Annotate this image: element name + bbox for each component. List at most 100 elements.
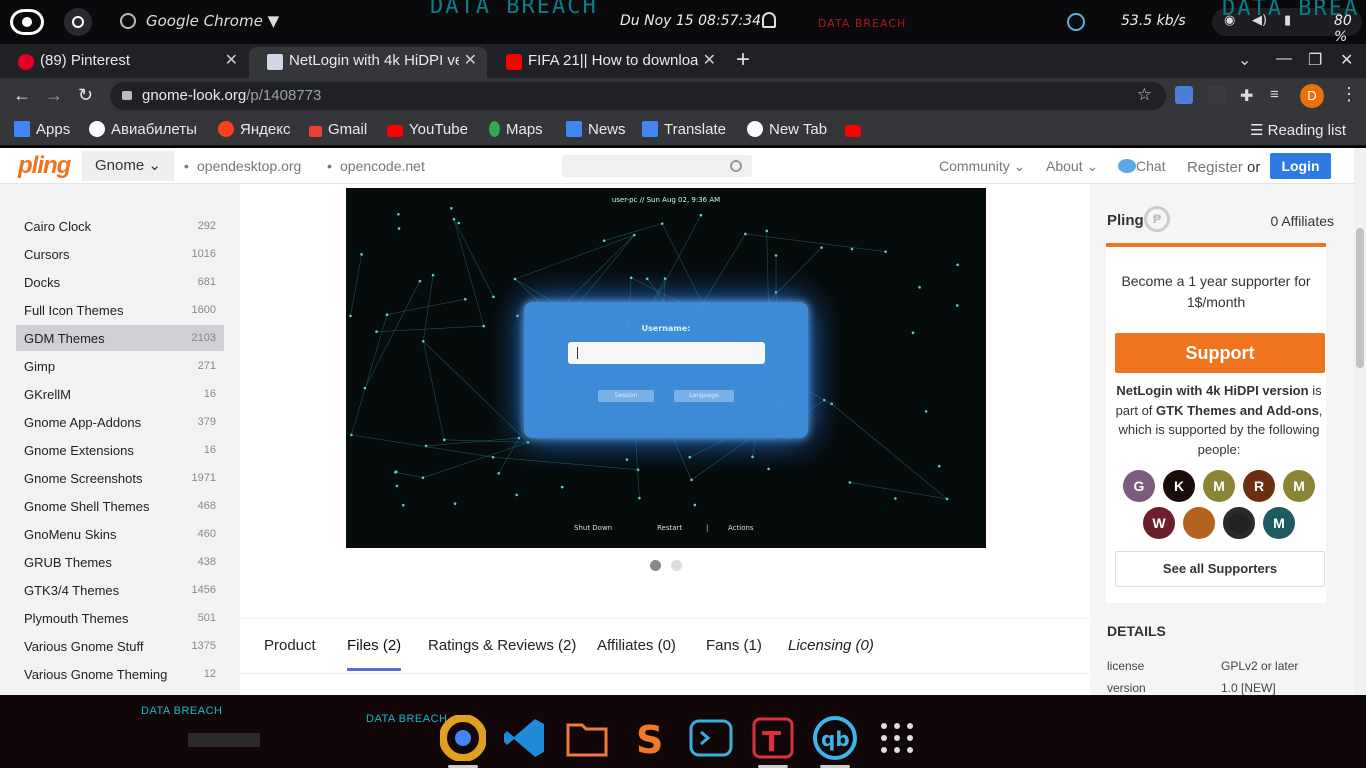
sidebar-category[interactable]: GRUB Themes 438: [16, 549, 224, 575]
menu-community[interactable]: Community ⌄: [939, 158, 1025, 175]
tab-affiliates[interactable]: Affiliates (0): [597, 637, 676, 654]
site-search-input[interactable]: [562, 155, 752, 177]
bookmark-youtube[interactable]: YouTube: [387, 121, 468, 138]
window-close-icon[interactable]: ✕: [1340, 50, 1353, 70]
supporter-avatar[interactable]: G: [1123, 470, 1155, 502]
close-icon[interactable]: ✕: [464, 47, 477, 75]
sidebar-category[interactable]: GnoMenu Skins 460: [16, 521, 224, 547]
tab-files[interactable]: Files (2): [347, 637, 402, 671]
pling-logo[interactable]: pling: [18, 152, 71, 179]
menu-chat[interactable]: Chat: [1118, 158, 1166, 174]
pling-coin-icon[interactable]: ₱: [1144, 206, 1170, 232]
bookmark-aviabilety[interactable]: Авиабилеты: [89, 121, 197, 138]
reload-icon[interactable]: ↻: [78, 85, 93, 106]
sidebar-category[interactable]: Gnome Screenshots 1971: [16, 465, 224, 491]
page-scrollbar[interactable]: [1354, 148, 1366, 695]
translate-extension-icon[interactable]: [1175, 86, 1193, 104]
extension-icon[interactable]: [1208, 86, 1226, 104]
preview-image[interactable]: user-pc // Sun Aug 02, 9:36 AM Username:…: [346, 188, 986, 548]
sidebar-category[interactable]: GKrellM 16: [16, 381, 224, 407]
clock[interactable]: Du Noy 15 08:57:34: [620, 13, 761, 29]
supporter-avatar[interactable]: [1223, 507, 1255, 539]
bookmark-youtube-2[interactable]: [845, 121, 867, 138]
support-button[interactable]: Support: [1115, 333, 1325, 373]
link-opencode[interactable]: opencode.net: [340, 158, 425, 174]
tab-fans[interactable]: Fans (1): [706, 637, 762, 654]
sidebar-category[interactable]: GDM Themes 2103: [16, 325, 224, 351]
bookmark-yandex[interactable]: Яндекс: [218, 121, 290, 138]
sidebar-category[interactable]: Gimp 271: [16, 353, 224, 379]
bookmark-new-tab[interactable]: New Tab: [747, 121, 827, 138]
new-tab-button[interactable]: +: [736, 46, 750, 74]
sidebar-category[interactable]: Plymouth Themes 501: [16, 605, 224, 631]
show-apps-dock-icon[interactable]: [874, 715, 920, 761]
link-opendesktop[interactable]: opendesktop.org: [197, 158, 301, 174]
t-app-dock-icon[interactable]: T: [750, 715, 796, 768]
puzzle-icon[interactable]: ✚: [1240, 86, 1258, 105]
kebab-menu-icon[interactable]: ⋮: [1340, 84, 1358, 105]
maximize-icon[interactable]: ❐: [1308, 50, 1322, 70]
carousel-dot[interactable]: [671, 560, 682, 571]
tab-pinterest[interactable]: (89) Pinterest ✕: [0, 47, 248, 78]
sidebar-category[interactable]: Various Gnome Stuff 1375: [16, 633, 224, 659]
supporter-avatar[interactable]: M: [1263, 507, 1295, 539]
tab-product[interactable]: Product: [264, 637, 316, 654]
store-dropdown[interactable]: Gnome ⌄: [82, 151, 174, 181]
scrollbar-thumb[interactable]: [1356, 228, 1364, 368]
supporter-avatar[interactable]: W: [1143, 507, 1175, 539]
qbittorrent-dock-icon[interactable]: qb: [812, 715, 858, 768]
sidebar-category[interactable]: Gnome App-Addons 379: [16, 409, 224, 435]
qbittorrent-tray-icon[interactable]: [1067, 13, 1085, 31]
bookmark-star-icon[interactable]: ☆: [1137, 85, 1152, 105]
supporter-avatar[interactable]: K: [1163, 470, 1195, 502]
vscode-dock-icon[interactable]: [502, 715, 548, 761]
close-icon[interactable]: ✕: [225, 47, 238, 75]
supporter-avatar[interactable]: [1183, 507, 1215, 539]
sidebar-category[interactable]: Cairo Clock 292: [16, 213, 224, 239]
supporter-avatar[interactable]: R: [1243, 470, 1275, 502]
minimize-icon[interactable]: —: [1276, 50, 1292, 68]
tab-search-icon[interactable]: ⌄: [1238, 50, 1251, 70]
sidebar-category[interactable]: Various Gnome Theming 12: [16, 661, 224, 687]
supporter-avatar[interactable]: M: [1203, 470, 1235, 502]
sidebar-category[interactable]: Gnome Shell Themes 468: [16, 493, 224, 519]
activities-icon[interactable]: [64, 8, 92, 36]
sidebar-category[interactable]: Full Icon Themes 1600: [16, 297, 224, 323]
media-control-icon[interactable]: ≡: [1270, 86, 1288, 104]
carousel-dot-active[interactable]: [650, 560, 661, 571]
menu-about[interactable]: About ⌄: [1046, 158, 1098, 175]
reading-list-button[interactable]: ☰ Reading list: [1250, 121, 1346, 139]
supporter-avatar[interactable]: M: [1283, 470, 1315, 502]
back-icon[interactable]: ←: [13, 85, 31, 106]
chrome-dock-icon[interactable]: [439, 714, 487, 768]
bell-icon[interactable]: [762, 12, 776, 28]
sidebar-category[interactable]: Gnome Extensions 16: [16, 437, 224, 463]
category-name: Gnome Screenshots: [24, 471, 143, 486]
tab-netlogin[interactable]: NetLogin with 4k HiDPI ve ✕: [249, 47, 487, 78]
see-all-supporters-button[interactable]: See all Supporters: [1115, 551, 1325, 587]
login-button[interactable]: Login: [1270, 153, 1331, 179]
bookmark-news[interactable]: News: [566, 121, 626, 138]
sublime-dock-icon[interactable]: S: [626, 715, 672, 762]
tab-ratings[interactable]: Ratings & Reviews (2): [428, 637, 576, 654]
bookmark-gmail[interactable]: Gmail: [309, 121, 367, 138]
app-menu[interactable]: Google Chrome ▼: [120, 12, 279, 30]
watermark-text: DATA BREACH: [141, 705, 223, 717]
sidebar-category[interactable]: GTK3/4 Themes 1456: [16, 577, 224, 603]
bookmark-translate[interactable]: Translate: [642, 121, 726, 138]
parent-collection[interactable]: GTK Themes and Add-ons: [1156, 403, 1319, 418]
address-bar[interactable]: gnome-look.org/p/1408773 ☆: [110, 82, 1166, 110]
eye-icon[interactable]: [10, 9, 44, 35]
close-icon[interactable]: ✕: [703, 47, 716, 75]
bookmark-apps[interactable]: Apps: [14, 121, 70, 138]
tab-licensing[interactable]: Licensing (0): [788, 637, 874, 654]
forward-icon[interactable]: →: [45, 85, 63, 106]
files-dock-icon[interactable]: [564, 715, 610, 761]
sidebar-category[interactable]: Docks 681: [16, 269, 224, 295]
profile-avatar[interactable]: D: [1300, 84, 1324, 108]
tab-fifa[interactable]: FIFA 21|| How to downloa ✕: [488, 47, 726, 78]
terminal-dock-icon[interactable]: [688, 715, 734, 761]
register-link[interactable]: Register: [1187, 159, 1243, 176]
bookmark-maps[interactable]: Maps: [489, 121, 543, 138]
sidebar-category[interactable]: Cursors 1016: [16, 241, 224, 267]
